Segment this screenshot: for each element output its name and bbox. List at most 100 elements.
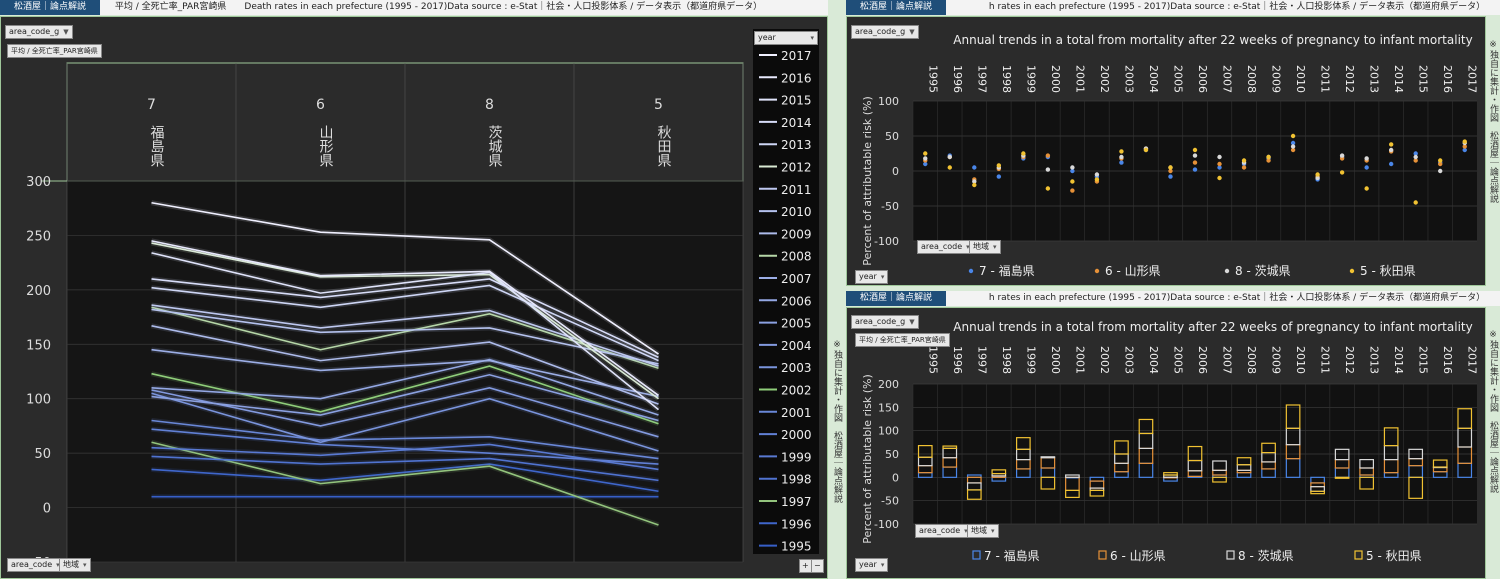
y-tick-label: 0 — [43, 502, 51, 517]
x-tick-label: 2007 — [1221, 346, 1234, 374]
right-top-title-bar: 松酒屋｜論点解説 h rates in each prefecture (199… — [846, 0, 1500, 15]
x-tick-label: 1995 — [926, 65, 939, 93]
left-source-text: 平均 / 全死亡率_PAR宮崎県 Death rates in each pre… — [114, 2, 763, 12]
x-tick-label: 2017 — [1466, 346, 1479, 374]
scatter-point — [1339, 153, 1345, 158]
legend-marker — [972, 550, 981, 560]
scatter-point — [1192, 153, 1198, 158]
scatter-point — [1388, 161, 1394, 167]
x-tick-label: 2014 — [1392, 346, 1405, 374]
right-bottom-source-text: h rates in each prefecture (1995 - 2017)… — [988, 293, 1486, 303]
chart-title: Annual trends in a total from mortality … — [953, 320, 1472, 334]
scatter-point — [1217, 161, 1222, 167]
scatter-point — [996, 174, 1002, 179]
legend-label: 5 - 秋田県 — [1366, 549, 1422, 563]
left-area-code-button[interactable]: area_code ▾ — [7, 558, 64, 572]
y-tick-label: 300 — [26, 175, 51, 190]
right-bottom-area-code-button[interactable]: area_code ▾ — [915, 524, 972, 538]
legend-year-label: 2011 — [781, 183, 812, 197]
scatter-point — [1192, 167, 1198, 172]
dropdown-arrow-icon: ▾ — [993, 243, 997, 251]
y-tick-label: 50 — [885, 130, 899, 143]
dropdown-arrow-icon: ▾ — [991, 527, 995, 535]
right-bottom-chart-panel: area_code_g ▼ 平均 / 全死亡率_PAR宮崎県 Annual tre… — [846, 307, 1486, 579]
legend-label: 6 - 山形県 — [1110, 549, 1166, 563]
legend-year-label: 2012 — [781, 161, 812, 175]
legend-marker — [1098, 550, 1107, 560]
legend-year-label: 2013 — [781, 138, 812, 152]
x-tick-label: 1999 — [1024, 65, 1037, 93]
category-code-label: 6 — [316, 97, 325, 113]
left-brand-label: 松酒屋｜論点解説 — [0, 0, 101, 15]
zoom-minus-button[interactable]: − — [811, 559, 824, 573]
legend-year-label: 2005 — [781, 317, 812, 331]
y-tick-label: 100 — [878, 95, 899, 108]
x-tick-label: 2009 — [1270, 65, 1283, 93]
category-name-label: 茨城県 — [487, 125, 503, 167]
x-tick-label: 2007 — [1221, 65, 1234, 93]
dropdown-arrow-icon: ▾ — [83, 561, 87, 569]
left-title-bar: 松酒屋｜論点解説 平均 / 全死亡率_PAR宮崎県 Death rates in… — [0, 0, 828, 15]
legend-label: 8 - 茨城県 — [1238, 549, 1294, 563]
x-tick-label: 2015 — [1417, 346, 1430, 374]
right-bottom-region-button[interactable]: 地域 ▾ — [967, 524, 999, 538]
x-tick-label: 2001 — [1073, 65, 1086, 93]
left-area-code-filter[interactable]: area_code_g ▼ — [5, 25, 73, 39]
year-legend-entries: 2017 2016 2015 2014 2013 2012 2011 2010 2009 2008… — [759, 49, 812, 554]
y-tick-label: 50 — [34, 447, 51, 462]
x-tick-label: 2016 — [1441, 346, 1454, 374]
scatter-point — [1388, 147, 1394, 153]
legend-marker — [1226, 550, 1235, 560]
scatter-point — [1217, 154, 1222, 160]
right-bottom-year-button[interactable]: year ▾ — [855, 558, 889, 572]
legend-year-label: 2007 — [781, 272, 812, 286]
legend-marker — [968, 268, 974, 274]
year-legend-header[interactable]: year ▾ — [754, 31, 818, 45]
category-code-label: 7 — [147, 97, 156, 113]
y-tick-label: -100 — [874, 518, 899, 531]
x-tick-label: 2001 — [1073, 346, 1086, 374]
legend-year-label: 2017 — [781, 49, 812, 63]
scatter-point — [1045, 153, 1051, 158]
right-top-brand-label: 松酒屋｜論点解説 — [846, 0, 947, 15]
stacked-bar-segment — [1040, 456, 1056, 459]
x-tick-label: 2005 — [1171, 65, 1184, 93]
left-side-note: ※独自に集計・作図 松酒屋｜論点解説 — [832, 340, 842, 503]
x-tick-label: 2016 — [1441, 65, 1454, 93]
dropdown-arrow-icon: ▾ — [880, 273, 885, 281]
scatter-point — [1364, 186, 1369, 191]
y-tick-label: 100 — [26, 393, 51, 408]
x-tick-label: 1996 — [951, 65, 964, 93]
x-tick-label: 2008 — [1245, 346, 1258, 374]
x-tick-label: 2017 — [1466, 65, 1479, 93]
right-top-area-code-button[interactable]: area_code ▾ — [917, 240, 974, 254]
left-region-button[interactable]: 地域 ▾ — [59, 558, 91, 572]
right-bottom-side-note: ※独自に集計・作図 松酒屋｜論点解説 — [1488, 330, 1498, 493]
legend-year-label: 2016 — [781, 71, 812, 85]
legend-year-label: 2004 — [781, 339, 812, 353]
scatter-point — [1021, 151, 1026, 156]
category-name-label: 山形県 — [318, 125, 334, 167]
scatter-point — [1217, 175, 1222, 181]
dropdown-arrow-icon: ▾ — [880, 561, 885, 569]
right-top-region-button[interactable]: 地域 ▾ — [969, 240, 1001, 254]
scatter-point — [972, 165, 977, 170]
legend-marker — [1224, 268, 1230, 274]
x-tick-label: 2003 — [1122, 346, 1135, 374]
x-tick-label: 2006 — [1196, 346, 1209, 374]
x-tick-label: 1996 — [951, 346, 964, 374]
x-tick-label: 2005 — [1171, 346, 1184, 374]
stacked-bar-segment — [1334, 476, 1350, 479]
legend-year-label: 2015 — [781, 94, 812, 108]
legend-label: 6 - 山形県 — [1105, 264, 1161, 278]
category-code-label: 5 — [654, 97, 663, 113]
right-top-year-button[interactable]: year ▾ — [855, 270, 889, 284]
category-name-label: 福島県 — [149, 125, 165, 167]
scatter-point — [1070, 179, 1075, 184]
y-tick-label: 0 — [892, 165, 899, 178]
zoom-plus-button[interactable]: + — [799, 559, 812, 573]
right-bottom-title-bar: 松酒屋｜論点解説 h rates in each prefecture (199… — [846, 291, 1500, 306]
legend-label: 7 - 福島県 — [979, 263, 1035, 278]
x-tick-label: 2013 — [1368, 65, 1381, 93]
scatter-point — [1462, 139, 1467, 144]
